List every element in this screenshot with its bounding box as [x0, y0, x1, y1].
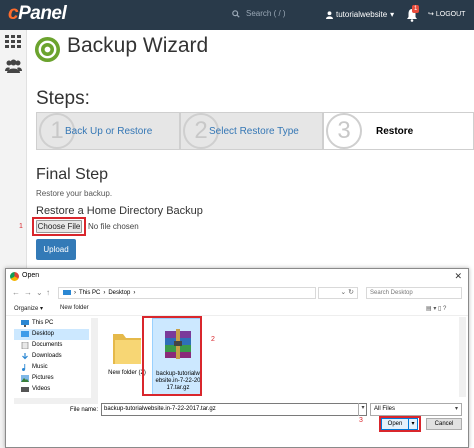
folder-icon	[113, 334, 141, 364]
dialog-titlebar: Open ✕	[6, 269, 468, 285]
address-bar[interactable]: › This PC › Desktop ›	[58, 287, 316, 299]
dialog-title: Open	[22, 272, 40, 279]
restore-description: Restore your backup.	[36, 189, 113, 198]
close-icon[interactable]: ✕	[454, 271, 462, 282]
username: tutorialwebsite	[336, 10, 388, 19]
user-menu[interactable]: tutorialwebsite ▾	[326, 10, 394, 19]
file-type-filter[interactable]: All Files ▾	[370, 403, 462, 416]
refresh-icon[interactable]: ⌄ ↻	[318, 287, 358, 299]
notification-badge: 1	[412, 5, 420, 13]
address-folder: Desktop	[108, 290, 131, 296]
search-placeholder: Search ( / )	[246, 9, 286, 18]
callout-frame-1: Choose File	[32, 217, 86, 236]
forward-arrow-icon[interactable]: →	[24, 288, 32, 297]
tree-item-this-pc[interactable]: This PC	[14, 318, 89, 329]
backup-wizard-icon	[34, 36, 61, 63]
dialog-search-input[interactable]: Search Desktop	[366, 287, 462, 299]
step-label: Select Restore Type	[209, 126, 299, 137]
user-icon	[326, 10, 333, 19]
step-number: 3	[326, 113, 362, 149]
wizard-steps: 1 Back Up or Restore 2 Select Restore Ty…	[36, 112, 474, 150]
steps-heading: Steps:	[36, 88, 90, 109]
horizontal-scrollbar[interactable]	[14, 398, 98, 404]
search-icon	[232, 9, 240, 18]
chevron-right-icon: ›	[103, 290, 106, 296]
pictures-icon	[21, 375, 29, 382]
address-root: This PC	[79, 290, 101, 296]
music-icon	[22, 364, 26, 371]
final-step-heading: Final Step	[36, 166, 109, 183]
videos-icon	[21, 387, 29, 392]
tree-item-pictures[interactable]: Pictures	[14, 373, 89, 384]
back-arrow-icon[interactable]: ←	[12, 288, 20, 297]
chevron-down-icon: ▾	[390, 10, 395, 19]
chevron-right-icon: ›	[74, 290, 76, 296]
dialog-command-bar: Organize ▾ New folder ▤ ▾ ▯ ?	[6, 302, 468, 316]
tree-item-documents[interactable]: Documents	[14, 340, 89, 351]
restore-home-heading: Restore a Home Directory Backup	[36, 205, 203, 217]
tree-item-desktop[interactable]: Desktop	[14, 329, 89, 340]
computer-icon	[21, 320, 29, 327]
upload-button[interactable]: Upload	[36, 239, 76, 260]
filename-label: File name:	[70, 407, 99, 413]
filename-history-dropdown[interactable]: ▾	[358, 403, 367, 416]
logout-icon: ↪	[428, 11, 434, 18]
documents-icon	[21, 342, 29, 349]
cpanel-logo[interactable]: cPanel	[8, 3, 67, 25]
callout-2: 2	[211, 336, 215, 343]
tree-item-music[interactable]: Music	[14, 362, 89, 373]
chevron-down-icon: ▾	[454, 406, 458, 412]
header-search[interactable]: Search ( / )	[232, 9, 286, 18]
step-restore: 3 Restore	[323, 112, 474, 150]
grid-icon[interactable]	[5, 35, 21, 49]
no-file-text: No file chosen	[88, 222, 139, 231]
tree-item-downloads[interactable]: Downloads	[14, 351, 89, 362]
step-select-restore-type[interactable]: 2 Select Restore Type	[180, 112, 323, 150]
step-label: Back Up or Restore	[65, 126, 153, 137]
logout-button[interactable]: ↪ LOGOUT	[428, 10, 465, 19]
filename-input[interactable]: backup-tutorialwebsite.in-7-22-2017.tar.…	[101, 403, 367, 416]
open-dropdown-icon[interactable]: ▾	[409, 418, 418, 430]
download-icon	[22, 353, 28, 360]
top-bar: cPanel Search ( / ) tutorialwebsite ▾ 1 …	[0, 0, 474, 30]
step-label: Restore	[376, 126, 414, 137]
callout-3: 3	[359, 417, 363, 424]
up-arrow-icon[interactable]: ↑	[46, 288, 50, 297]
dialog-nav-row: ← → ⌄ ↑ › This PC › Desktop › ⌄ ↻ Search…	[6, 285, 468, 301]
monitor-icon	[63, 290, 71, 295]
chrome-icon	[10, 272, 19, 281]
file-list-scrollbar[interactable]	[459, 317, 466, 397]
callout-1: 1	[19, 223, 23, 230]
chevron-right-icon: ›	[133, 290, 136, 296]
new-folder-button[interactable]: New folder	[60, 305, 89, 311]
open-button[interactable]: Open	[381, 418, 409, 430]
tree-scrollbar[interactable]	[91, 318, 98, 398]
navigation-tree: This PC Desktop Documents Downloads Musi…	[14, 318, 89, 396]
open-file-dialog: Open ✕ ← → ⌄ ↑ › This PC › Desktop › ⌄ ↻…	[5, 268, 469, 448]
step-backup-or-restore[interactable]: 1 Back Up or Restore	[36, 112, 180, 150]
view-options-icon[interactable]: ▤ ▾ ▯ ?	[426, 305, 446, 312]
users-icon[interactable]	[5, 59, 22, 73]
callout-frame-2	[142, 316, 202, 396]
recent-dropdown-icon[interactable]: ⌄	[36, 288, 43, 297]
tree-item-videos[interactable]: Videos	[14, 384, 89, 395]
page-title: Backup Wizard	[67, 34, 209, 57]
choose-file-button[interactable]: Choose File	[36, 220, 82, 233]
desktop-icon	[21, 331, 29, 337]
cancel-button[interactable]: Cancel	[426, 418, 462, 430]
organize-button[interactable]: Organize ▾	[14, 305, 43, 312]
